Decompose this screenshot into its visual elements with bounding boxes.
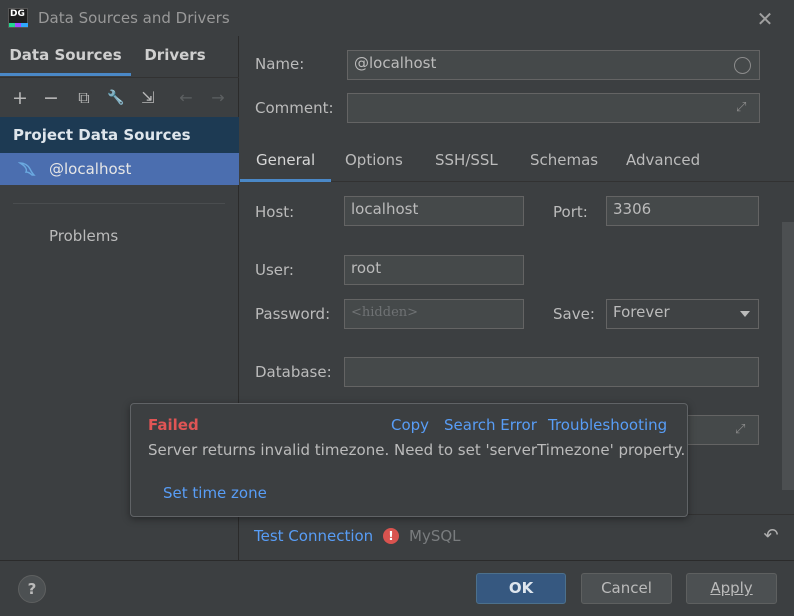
datagrip-app-icon: DG — [8, 8, 28, 28]
close-icon[interactable]: ✕ — [754, 8, 776, 30]
left-toolbar: + − ⧉ 🔧 ⇲ ← → — [0, 77, 239, 117]
tab-options[interactable]: Options — [329, 140, 419, 182]
test-connection-link[interactable]: Test Connection — [254, 527, 373, 545]
error-message: Server returns invalid timezone. Need to… — [148, 441, 686, 459]
wrench-icon[interactable]: 🔧 — [106, 88, 126, 108]
app-icon-text: DG — [10, 9, 25, 19]
name-value: @localhost — [354, 54, 437, 72]
data-source-label: @localhost — [49, 160, 132, 178]
data-source-item-localhost[interactable]: @localhost — [0, 153, 239, 185]
project-data-sources-header: Project Data Sources — [0, 117, 239, 153]
revert-icon[interactable]: ↶ — [760, 525, 782, 547]
host-input[interactable]: localhost — [344, 196, 524, 226]
password-input[interactable]: <hidden> — [344, 299, 524, 329]
password-label: Password: — [255, 305, 331, 323]
tab-general[interactable]: General — [240, 140, 332, 182]
tab-data-sources[interactable]: Data Sources — [0, 36, 131, 76]
problems-item[interactable]: Problems — [49, 227, 118, 245]
database-label: Database: — [255, 363, 332, 381]
expand-icon[interactable]: ⤢ — [735, 422, 751, 438]
remove-icon[interactable]: − — [41, 88, 61, 108]
database-input[interactable] — [344, 357, 759, 387]
driver-label[interactable]: MySQL — [409, 527, 461, 545]
scrollbar[interactable] — [782, 222, 794, 490]
user-input[interactable]: root — [344, 255, 524, 285]
troubleshooting-link[interactable]: Troubleshooting — [548, 416, 667, 434]
failed-status: Failed — [148, 416, 199, 434]
import-icon[interactable]: ⇲ — [138, 88, 158, 108]
save-value: Forever — [613, 303, 670, 321]
cancel-button[interactable]: Cancel — [581, 573, 672, 604]
copy-link[interactable]: Copy — [391, 416, 429, 434]
expand-icon[interactable]: ⤢ — [736, 100, 752, 116]
left-divider — [13, 203, 225, 204]
tab-advanced[interactable]: Advanced — [610, 140, 716, 182]
set-time-zone-link[interactable]: Set time zone — [163, 484, 267, 502]
name-label: Name: — [255, 55, 305, 73]
save-label: Save: — [553, 305, 595, 323]
tab-drivers[interactable]: Drivers — [131, 36, 219, 76]
mysql-dolphin-icon — [18, 162, 36, 176]
name-input[interactable]: @localhost — [347, 50, 760, 80]
add-icon[interactable]: + — [10, 88, 30, 108]
tab-schemas[interactable]: Schemas — [514, 140, 614, 182]
forward-arrow-icon[interactable]: → — [208, 88, 228, 108]
connection-tabs: General Options SSH/SSL Schemas Advanced — [240, 140, 794, 182]
ok-button[interactable]: OK — [476, 573, 566, 604]
help-button[interactable]: ? — [18, 575, 46, 603]
host-label: Host: — [255, 203, 295, 221]
duplicate-icon[interactable]: ⧉ — [74, 88, 94, 108]
back-arrow-icon[interactable]: ← — [176, 88, 196, 108]
color-circle-icon[interactable] — [734, 57, 751, 74]
dialog-footer — [0, 560, 794, 616]
port-label: Port: — [553, 203, 588, 221]
window-title: Data Sources and Drivers — [38, 9, 230, 27]
apply-button[interactable]: Apply — [686, 573, 777, 604]
connection-error-popup: Failed Copy Search Error Troubleshooting… — [130, 403, 688, 517]
comment-label: Comment: — [255, 99, 334, 117]
error-icon[interactable]: ! — [383, 528, 399, 544]
chevron-down-icon — [740, 311, 750, 317]
tab-ssh-ssl[interactable]: SSH/SSL — [419, 140, 514, 182]
port-input[interactable]: 3306 — [606, 196, 759, 226]
save-dropdown[interactable]: Forever — [606, 299, 759, 329]
search-error-link[interactable]: Search Error — [444, 416, 537, 434]
user-label: User: — [255, 261, 294, 279]
comment-input[interactable]: ⤢ — [347, 93, 760, 123]
